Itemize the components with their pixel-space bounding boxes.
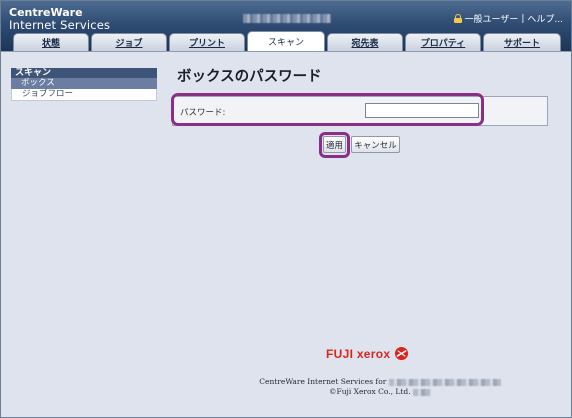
user-lock-icon (453, 14, 462, 23)
sidebar-heading: スキャン (11, 68, 157, 78)
device-hostname-redacted (243, 14, 331, 23)
tab-properties[interactable]: プロパティ (405, 33, 481, 51)
footer-copyright: CentreWare Internet Services for ©Fuji X… (240, 377, 520, 397)
password-label: パスワード: (180, 108, 226, 118)
footer-line1: CentreWare Internet Services for (259, 377, 387, 386)
brand-logo: CentreWare Internet Services (9, 7, 111, 32)
main-tabs: 状態 ジョブ プリント スキャン 宛先表 プロパティ サポート (13, 31, 563, 52)
tab-jobs[interactable]: ジョブ (91, 33, 167, 51)
header-divider (1, 51, 571, 52)
app-header: CentreWare Internet Services 一般ユーザー | ヘル… (1, 1, 571, 51)
sidebar-item-job-flow[interactable]: ジョブフロー (11, 89, 157, 101)
apply-button[interactable]: 適用 (323, 136, 346, 153)
sidebar-item-mailbox[interactable]: ボックス (11, 78, 157, 89)
password-input[interactable] (365, 103, 479, 118)
sidebar: スキャン ボックス ジョブフロー (11, 68, 157, 101)
tab-address-book[interactable]: 宛先表 (327, 33, 403, 51)
brand-line2: Internet Services (9, 18, 111, 32)
user-area: 一般ユーザー | ヘルプ... (453, 12, 563, 25)
tab-support[interactable]: サポート (483, 33, 561, 51)
window-border (0, 0, 572, 418)
help-link[interactable]: ヘルプ... (527, 12, 563, 25)
user-link[interactable]: 一般ユーザー (465, 12, 519, 25)
footer-line2: ©Fuji Xerox Co., Ltd. (329, 387, 411, 396)
page-title: ボックスのパスワード (177, 69, 322, 85)
fuji-xerox-logo: FUJI xerox (326, 346, 409, 361)
password-panel: パスワード: (172, 96, 548, 126)
tab-print[interactable]: プリント (169, 33, 245, 51)
tab-scan[interactable]: スキャン (247, 31, 325, 51)
xerox-sphere-icon (395, 346, 409, 361)
footer-redacted (412, 388, 431, 396)
device-model-redacted (388, 378, 501, 386)
header-separator: | (521, 13, 525, 24)
tab-status[interactable]: 状態 (13, 33, 89, 51)
logo-text: FUJI xerox (326, 346, 391, 361)
cancel-button[interactable]: キャンセル (351, 136, 400, 153)
